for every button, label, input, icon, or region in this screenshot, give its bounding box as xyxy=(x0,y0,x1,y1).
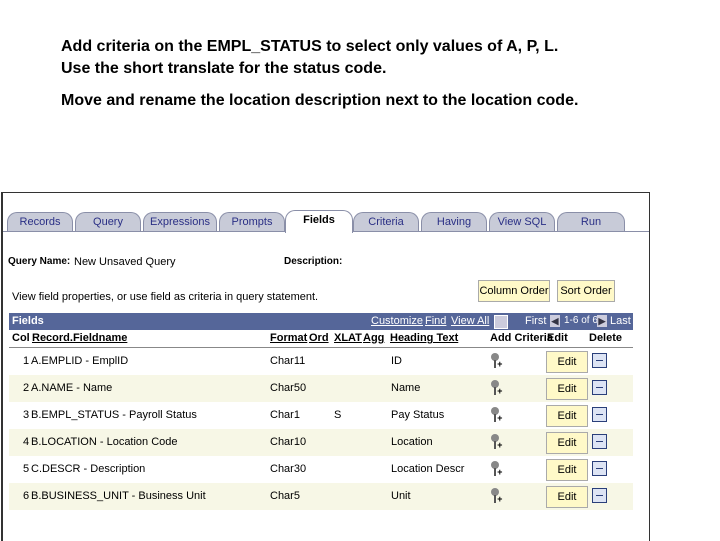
grid-download-icon[interactable] xyxy=(494,315,508,329)
first-link[interactable]: First xyxy=(525,315,546,327)
col-header-col: Col xyxy=(12,332,30,344)
cell-format: Char10 xyxy=(270,436,307,448)
table-row: 5 C.DESCR - Description Char30 Location … xyxy=(9,456,633,483)
col-header-ord[interactable]: Ord xyxy=(309,332,329,344)
table-row: 1 A.EMPLID - EmplID Char11 ID + Edit xyxy=(9,348,633,375)
delete-icon[interactable] xyxy=(592,407,607,422)
cell-col: 3 xyxy=(23,409,30,421)
tab-run[interactable]: Run xyxy=(557,212,625,231)
instruction-criteria: Add criteria on the EMPL_STATUS to selec… xyxy=(61,38,559,77)
instruction-location: Move and rename the location description… xyxy=(61,92,579,109)
cell-heading-text: Location Descr xyxy=(391,463,465,475)
column-order-button[interactable]: Column Order xyxy=(478,280,550,302)
grid-column-headers: Col Record.Fieldname Format Ord XLAT Agg… xyxy=(9,330,633,348)
col-header-fieldname[interactable]: Record.Fieldname xyxy=(32,332,127,344)
edit-button[interactable]: Edit xyxy=(546,378,588,400)
tab-records[interactable]: Records xyxy=(7,212,73,231)
edit-button[interactable]: Edit xyxy=(546,351,588,373)
tab-prompts[interactable]: Prompts xyxy=(219,212,285,231)
cell-format: Char1 xyxy=(270,409,300,421)
delete-icon[interactable] xyxy=(592,461,607,476)
cell-col: 4 xyxy=(23,436,30,448)
cell-fieldname: A.EMPLID - EmplID xyxy=(31,355,129,367)
find-link[interactable]: Find xyxy=(425,315,446,327)
cell-fieldname: B.EMPL_STATUS - Payroll Status xyxy=(31,409,197,421)
delete-icon[interactable] xyxy=(592,488,607,503)
cell-fieldname: C.DESCR - Description xyxy=(31,463,146,475)
next-page-icon[interactable]: ▶ xyxy=(597,315,607,327)
cell-heading-text: Unit xyxy=(391,490,411,502)
tab-bar: Records Query Expressions Prompts Fields… xyxy=(7,210,647,233)
grid-header-bar: Fields Customize Find View All First ◀ 1… xyxy=(9,313,633,330)
grid-title: Fields xyxy=(12,315,44,327)
tab-expressions[interactable]: Expressions xyxy=(143,212,217,231)
col-header-heading-text[interactable]: Heading Text xyxy=(390,332,458,344)
tab-query[interactable]: Query xyxy=(75,212,141,231)
table-row: 6 B.BUSINESS_UNIT - Business Unit Char5 … xyxy=(9,483,633,510)
table-row: 4 B.LOCATION - Location Code Char10 Loca… xyxy=(9,429,633,456)
description-label: Description: xyxy=(284,256,343,267)
add-criteria-icon[interactable]: + xyxy=(489,487,505,505)
cell-format: Char5 xyxy=(270,490,300,502)
add-criteria-icon[interactable]: + xyxy=(489,379,505,397)
col-header-agg[interactable]: Agg xyxy=(363,332,384,344)
col-header-xlat[interactable]: XLAT xyxy=(334,332,362,344)
delete-icon[interactable] xyxy=(592,353,607,368)
tab-view-sql[interactable]: View SQL xyxy=(489,212,555,231)
cell-fieldname: B.BUSINESS_UNIT - Business Unit xyxy=(31,490,206,502)
cell-format: Char50 xyxy=(270,382,307,394)
add-criteria-icon[interactable]: + xyxy=(489,352,505,370)
table-row: 3 B.EMPL_STATUS - Payroll Status Char1 S… xyxy=(9,402,633,429)
cell-fieldname: A.NAME - Name xyxy=(31,382,113,394)
edit-button[interactable]: Edit xyxy=(546,405,588,427)
add-criteria-icon[interactable]: + xyxy=(489,433,505,451)
edit-button[interactable]: Edit xyxy=(546,459,588,481)
delete-icon[interactable] xyxy=(592,434,607,449)
cell-heading-text: Location xyxy=(391,436,433,448)
add-criteria-icon[interactable]: + xyxy=(489,406,505,424)
cell-fieldname: B.LOCATION - Location Code xyxy=(31,436,178,448)
customize-link[interactable]: Customize xyxy=(371,315,423,327)
cell-format: Char11 xyxy=(270,355,306,367)
col-header-format[interactable]: Format xyxy=(270,332,307,344)
last-link[interactable]: Last xyxy=(610,315,631,327)
col-header-edit: Edit xyxy=(547,332,568,344)
query-name-label: Query Name: xyxy=(8,256,71,267)
delete-icon[interactable] xyxy=(592,380,607,395)
grid-range: 1-6 of 6 xyxy=(564,315,598,326)
cell-format: Char30 xyxy=(270,463,307,475)
sort-order-button[interactable]: Sort Order xyxy=(557,280,615,302)
col-header-add-criteria: Add Criteria xyxy=(490,332,553,344)
tab-fields[interactable]: Fields xyxy=(285,210,353,233)
col-header-delete: Delete xyxy=(589,332,623,344)
cell-col: 1 xyxy=(23,355,30,367)
cell-xlat: S xyxy=(334,409,342,421)
cell-col: 5 xyxy=(23,463,30,475)
query-name-value: New Unsaved Query xyxy=(74,256,176,268)
view-all-link[interactable]: View All xyxy=(451,315,489,327)
edit-button[interactable]: Edit xyxy=(546,486,588,508)
table-row: 2 A.NAME - Name Char50 Name + Edit xyxy=(9,375,633,402)
edit-button[interactable]: Edit xyxy=(546,432,588,454)
cell-heading-text: ID xyxy=(391,355,402,367)
cell-heading-text: Pay Status xyxy=(391,409,445,421)
tab-criteria[interactable]: Criteria xyxy=(353,212,419,231)
prev-page-icon[interactable]: ◀ xyxy=(550,315,560,327)
cell-col: 6 xyxy=(23,490,30,502)
tab-having[interactable]: Having xyxy=(421,212,487,231)
query-manager-screenshot: Records Query Expressions Prompts Fields… xyxy=(1,192,650,541)
fields-grid: Fields Customize Find View All First ◀ 1… xyxy=(9,313,633,510)
cell-heading-text: Name xyxy=(391,382,421,394)
cell-col: 2 xyxy=(23,382,30,394)
add-criteria-icon[interactable]: + xyxy=(489,460,505,478)
fields-hint: View field properties, or use field as c… xyxy=(12,291,319,303)
